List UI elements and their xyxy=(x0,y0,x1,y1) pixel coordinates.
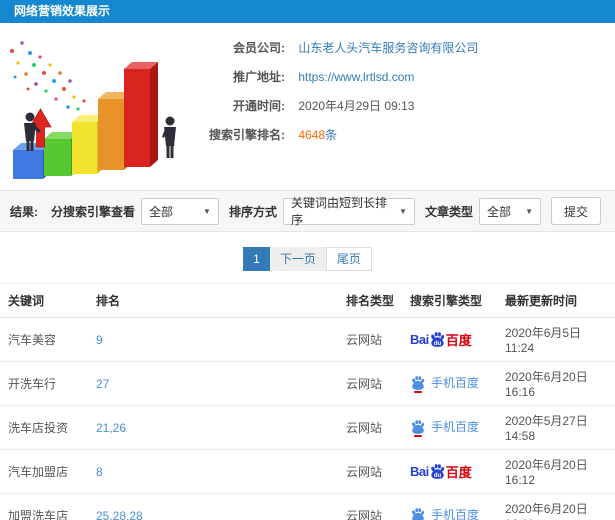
header-rank-type: 排名类型 xyxy=(338,283,402,318)
mobile-baidu-logo: 手机百度 xyxy=(410,374,480,393)
open-time-value: 2020年4月29日 09:13 xyxy=(298,99,415,113)
keyword-cell: 汽车美容 xyxy=(0,317,88,362)
next-page-button[interactable]: 下一页 xyxy=(269,247,326,271)
baidu-paw-icon: du xyxy=(430,464,444,479)
info-row-ranking-count: 搜索引擎排名: 4648条 xyxy=(185,126,478,143)
chevron-down-icon: ▼ xyxy=(203,206,211,216)
top-section: 会员公司: 山东老人头汽车服务咨询有限公司 推广地址: https://www.… xyxy=(0,23,615,190)
header-updated: 最新更新时间 xyxy=(497,283,615,318)
rank-type-cell: 云网站 xyxy=(338,405,402,450)
engine-filter-select[interactable]: 全部 ▼ xyxy=(140,197,219,225)
baidu-paw-icon xyxy=(412,375,425,390)
chevron-down-icon: ▼ xyxy=(525,206,533,216)
baidu-paw-icon: du xyxy=(430,332,444,347)
filter-bar: 结果: 分搜索引擎查看 全部 ▼ 排序方式 关键词由短到长排序 ▼ 文章类型 全… xyxy=(0,190,615,232)
result-label: 结果: xyxy=(10,204,38,219)
keyword-table-head: 关键词 排名 排名类型 搜索引擎类型 最新更新时间 xyxy=(0,283,615,318)
updated-cell: 2020年6月20日 16:11 xyxy=(497,493,615,520)
baidu-paw-icon xyxy=(412,419,425,434)
ranking-count-value: 4648 xyxy=(298,128,326,142)
table-row: 汽车加盟店 8 云网站 Bai du 百度 2020年6月20日 16:12 xyxy=(0,449,615,494)
header-row: 关键词 排名 排名类型 搜索引擎类型 最新更新时间 xyxy=(0,283,615,318)
rank-type-cell: 云网站 xyxy=(338,449,402,494)
info-row-open-time: 开通时间: 2020年4月29日 09:13 xyxy=(185,97,478,114)
table-row: 汽车美容 9 云网站 Bai du 百度 2020年6月5日 11:24 xyxy=(0,317,615,362)
header-keyword: 关键词 xyxy=(0,283,88,318)
filter-controls: 分搜索引擎查看 全部 ▼ 排序方式 关键词由短到长排序 ▼ 文章类型 全部 ▼ … xyxy=(47,196,601,227)
mobile-baidu-logo: 手机百度 xyxy=(410,418,480,437)
article-type-label: 文章类型 xyxy=(424,204,473,219)
baidu-logo: Bai du 百度 xyxy=(410,464,472,480)
table-row: 洗车店投资 21,26 云网站 手机百度 2020年5月27日 14:58 xyxy=(0,405,615,450)
updated-cell: 2020年6月20日 16:16 xyxy=(497,361,615,406)
engine-cell: 手机百度 xyxy=(402,361,497,406)
keyword-cell: 加盟洗车店 xyxy=(0,493,88,520)
sort-select[interactable]: 关键词由短到长排序 ▼ xyxy=(282,196,415,227)
sort-value: 关键词由短到长排序 xyxy=(290,196,387,227)
company-label: 会员公司: xyxy=(233,41,285,55)
baidu-logo: Bai du 百度 xyxy=(410,332,472,348)
keyword-table: 关键词 排名 排名类型 搜索引擎类型 最新更新时间 汽车美容 9 云网站 Bai d… xyxy=(0,283,615,520)
keyword-table-body: 汽车美容 9 云网站 Bai du 百度 2020年6月5日 11:24 开洗车行 27… xyxy=(0,317,615,520)
info-row-url: 推广地址: https://www.lrtlsd.com xyxy=(185,68,478,85)
mobile-baidu-label: 手机百度 xyxy=(431,508,480,520)
rank-link[interactable]: 27 xyxy=(96,377,109,391)
bar-chart-illustration xyxy=(0,29,185,187)
table-row: 开洗车行 27 云网站 手机百度 2020年6月20日 16:16 xyxy=(0,361,615,406)
ranking-count-label: 搜索引擎排名: xyxy=(209,128,285,142)
info-row-company: 会员公司: 山东老人头汽车服务咨询有限公司 xyxy=(185,39,478,56)
updated-cell: 2020年6月20日 16:12 xyxy=(497,449,615,494)
page-title: 网络营销效果展示 xyxy=(0,0,615,23)
baidu-paw-icon xyxy=(412,507,425,520)
table-row: 加盟洗车店 25,28,28 云网站 手机百度 2020年6月20日 16:11 xyxy=(0,493,615,520)
engine-cell: 手机百度 xyxy=(402,405,497,450)
last-page-button[interactable]: 尾页 xyxy=(325,247,372,271)
engine-filter-label: 分搜索引擎查看 xyxy=(50,204,135,219)
company-link[interactable]: 山东老人头汽车服务咨询有限公司 xyxy=(298,41,478,55)
chevron-down-icon: ▼ xyxy=(399,206,407,216)
mobile-baidu-label: 手机百度 xyxy=(431,420,480,435)
sort-label: 排序方式 xyxy=(228,204,277,219)
member-info: 会员公司: 山东老人头汽车服务咨询有限公司 推广地址: https://www.… xyxy=(185,29,478,190)
keyword-cell: 开洗车行 xyxy=(0,361,88,406)
rank-link[interactable]: 21,26 xyxy=(96,421,126,435)
businessman-right xyxy=(162,116,176,158)
page: 网络营销效果展示 会员公司: 山东老人头汽车服务咨询有限公司 推广地址: htt… xyxy=(0,0,615,520)
submit-button[interactable]: 提交 xyxy=(550,197,601,225)
engine-cell: Bai du 百度 xyxy=(402,449,497,494)
mobile-baidu-logo: 手机百度 xyxy=(410,506,479,520)
svg-text:du: du xyxy=(434,473,442,479)
rank-link[interactable]: 9 xyxy=(96,333,103,347)
rank-type-cell: 云网站 xyxy=(338,493,402,520)
rank-link[interactable]: 25,28,28 xyxy=(96,509,143,520)
rank-type-cell: 云网站 xyxy=(338,361,402,406)
article-type-select[interactable]: 全部 ▼ xyxy=(478,197,541,225)
open-time-label: 开通时间: xyxy=(233,99,285,113)
article-type-value: 全部 xyxy=(486,204,511,219)
pagination: 1 下一页 尾页 xyxy=(0,247,615,271)
confetti-dots xyxy=(10,41,86,111)
mobile-baidu-label: 手机百度 xyxy=(431,376,480,391)
engine-filter-value: 全部 xyxy=(148,204,173,219)
engine-cell: Bai du 百度 xyxy=(402,317,497,362)
keyword-cell: 洗车店投资 xyxy=(0,405,88,450)
updated-cell: 2020年6月5日 11:24 xyxy=(497,317,615,362)
rank-type-cell: 云网站 xyxy=(338,317,402,362)
bar-chart-illustration-svg xyxy=(10,41,176,179)
page-1-button[interactable]: 1 xyxy=(243,247,270,271)
svg-text:du: du xyxy=(434,341,442,347)
header-engine: 搜索引擎类型 xyxy=(402,283,497,318)
promotion-url-label: 推广地址: xyxy=(233,70,285,84)
header-rank: 排名 xyxy=(88,283,338,318)
promotion-url-link[interactable]: https://www.lrtlsd.com xyxy=(298,70,414,84)
ranking-count-suffix: 条 xyxy=(325,128,338,142)
updated-cell: 2020年5月27日 14:58 xyxy=(497,405,615,450)
rank-link[interactable]: 8 xyxy=(96,465,103,479)
keyword-cell: 汽车加盟店 xyxy=(0,449,88,494)
engine-cell: 手机百度 xyxy=(402,493,497,520)
